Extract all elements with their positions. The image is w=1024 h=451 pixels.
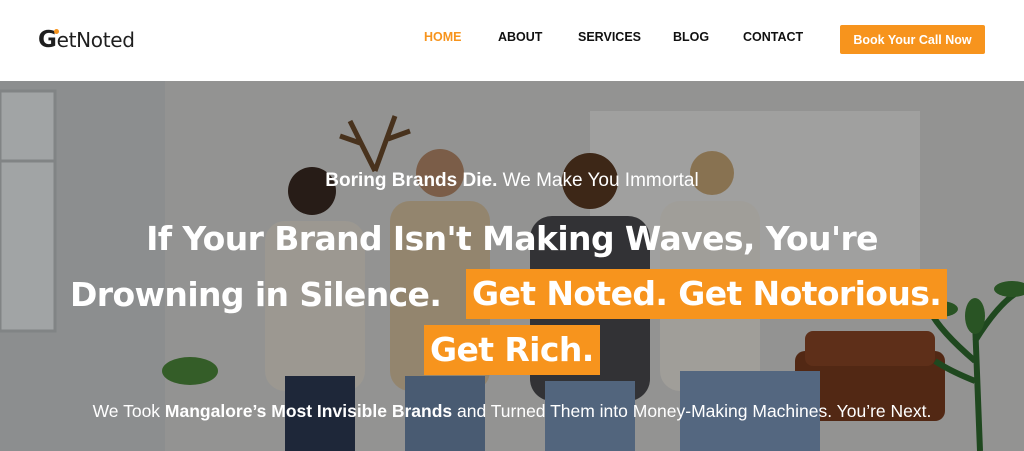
hero-body-bold: Mangalore’s Most Invisible Brands xyxy=(164,401,453,421)
nav-services[interactable]: SERVICES xyxy=(578,30,641,44)
logo-wordmark: etNoted xyxy=(56,28,135,52)
hero-body-part2: and Turned Them into Money-Making Machin… xyxy=(452,401,932,421)
logo-g-mark: G xyxy=(38,27,59,53)
hero-dark-overlay xyxy=(0,81,1024,451)
site-header: GetNoted HOME ABOUT SERVICES BLOG CONTAC… xyxy=(0,0,1024,81)
getnoted-logo[interactable]: GetNoted xyxy=(38,26,135,54)
nav-home[interactable]: HOME xyxy=(424,30,462,44)
hero-subheading: Boring Brands Die. We Make You Immortal xyxy=(0,170,1024,192)
hero-subheading-bold: Boring Brands Die. xyxy=(325,170,498,191)
hero-subheading-rest: We Make You Immortal xyxy=(497,170,699,191)
book-call-button[interactable]: Book Your Call Now xyxy=(840,25,985,54)
logo-dot-icon xyxy=(53,29,59,34)
nav-about[interactable]: ABOUT xyxy=(498,30,542,44)
hero-headline-line2: Drowning in Silence. xyxy=(70,275,442,314)
hero-body-text: We Took Mangalore’s Most Invisible Brand… xyxy=(30,397,994,425)
hero-highlight-get-rich: Get Rich. xyxy=(424,325,600,375)
hero-section: Boring Brands Die. We Make You Immortal … xyxy=(0,81,1024,451)
hero-highlight-get-noted: Get Noted. Get Notorious. xyxy=(466,269,948,319)
nav-blog[interactable]: BLOG xyxy=(673,30,709,44)
nav-contact[interactable]: CONTACT xyxy=(743,30,803,44)
hero-headline-line1: If Your Brand Isn't Making Waves, You're xyxy=(146,219,878,258)
hero-body-part1: We Took xyxy=(92,401,165,421)
